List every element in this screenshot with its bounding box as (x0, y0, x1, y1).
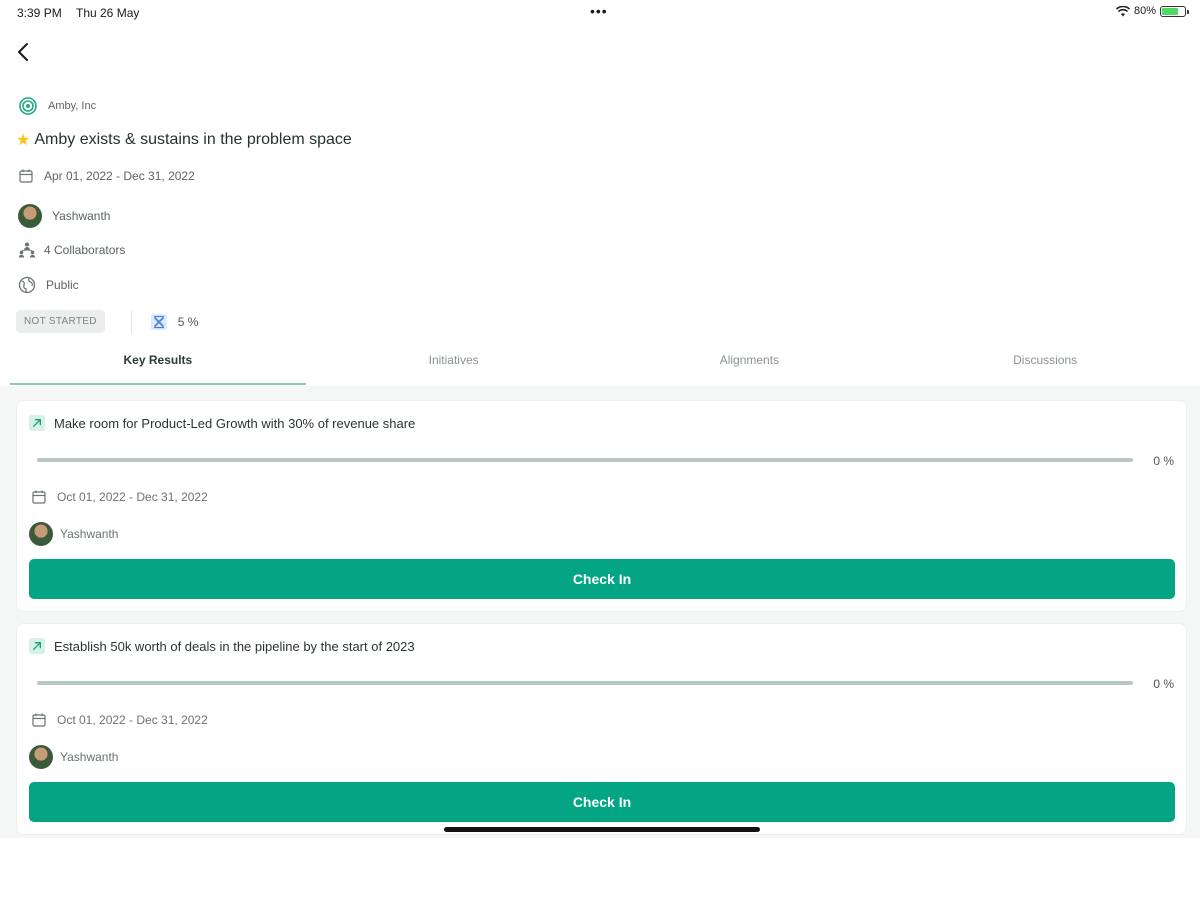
key-result-owner[interactable]: Yashwanth (29, 522, 118, 546)
key-result-title-text: Establish 50k worth of deals in the pipe… (54, 638, 415, 654)
owner-name: Yashwanth (52, 209, 111, 223)
key-result-dates: Oct 01, 2022 - Dec 31, 2022 (31, 489, 208, 505)
status-bar: 3:39 PM Thu 26 May ••• 80% (0, 0, 1200, 26)
multitasking-dots[interactable]: ••• (590, 3, 608, 19)
calendar-icon (19, 169, 33, 183)
key-result-title-text: Make room for Product-Led Growth with 30… (54, 415, 416, 431)
status-right: 80% (1115, 5, 1189, 17)
check-in-button[interactable]: Check In (29, 559, 1175, 599)
tab-discussions[interactable]: Discussions (897, 343, 1193, 385)
key-result-owner-name: Yashwanth (60, 527, 119, 541)
home-indicator[interactable] (444, 827, 760, 832)
collaborators-row[interactable]: 4 Collaborators (18, 241, 125, 259)
key-result-card[interactable]: Make room for Product-Led Growth with 30… (16, 400, 1187, 612)
calendar-icon (32, 713, 46, 727)
calendar-icon (32, 490, 46, 504)
visibility-row[interactable]: Public (18, 276, 79, 294)
objective-progress: 5 % (150, 313, 199, 331)
back-chevron-icon[interactable] (12, 40, 36, 64)
wifi-icon (1115, 5, 1130, 16)
objective-owner[interactable]: Yashwanth (18, 204, 110, 228)
arrow-up-right-icon (29, 415, 45, 431)
arrow-up-right-icon (29, 638, 45, 654)
battery-percent: 80% (1133, 5, 1156, 17)
objective-dates: Apr 01, 2022 - Dec 31, 2022 (18, 168, 195, 184)
globe-icon (18, 276, 36, 294)
key-result-progress-bar (37, 681, 1133, 685)
objective-title-text: Amby exists & sustains in the problem sp… (34, 131, 352, 148)
visibility-label: Public (46, 278, 79, 292)
objective-date-range: Apr 01, 2022 - Dec 31, 2022 (44, 169, 195, 183)
status-row: NOT STARTED 5 % (16, 310, 198, 333)
collaborators-count: 4 Collaborators (44, 243, 126, 257)
star-icon: ★ (16, 132, 31, 149)
target-icon (19, 97, 37, 115)
tab-key-results[interactable]: Key Results (10, 343, 306, 385)
key-result-progress-label: 0 % (1153, 454, 1174, 468)
key-result-dates: Oct 01, 2022 - Dec 31, 2022 (31, 712, 208, 728)
objective-progress-label: 5 % (177, 314, 199, 329)
tab-initiatives[interactable]: Initiatives (306, 343, 602, 385)
key-result-title: Make room for Product-Led Growth with 30… (29, 415, 415, 431)
key-result-card[interactable]: Establish 50k worth of deals in the pipe… (16, 623, 1187, 835)
check-in-button[interactable]: Check In (29, 782, 1175, 822)
key-result-progress-bar (37, 458, 1133, 462)
status-time: 3:39 PM (17, 6, 62, 20)
key-result-title: Establish 50k worth of deals in the pipe… (29, 638, 415, 654)
avatar (29, 522, 53, 546)
status-date: Thu 26 May (76, 6, 140, 20)
organization-name: Amby, Inc (48, 100, 97, 112)
tab-bar: Key Results Initiatives Alignments Discu… (10, 343, 1193, 385)
battery-icon (1160, 5, 1189, 17)
organization-row: Amby, Inc (18, 96, 96, 116)
key-result-date-range: Oct 01, 2022 - Dec 31, 2022 (57, 490, 208, 504)
objective-title: ★ Amby exists & sustains in the problem … (16, 130, 352, 150)
key-result-progress-label: 0 % (1153, 677, 1174, 691)
tab-alignments[interactable]: Alignments (602, 343, 898, 385)
key-result-owner[interactable]: Yashwanth (29, 745, 118, 769)
key-result-owner-name: Yashwanth (60, 750, 119, 764)
key-result-date-range: Oct 01, 2022 - Dec 31, 2022 (57, 713, 208, 727)
avatar (18, 204, 42, 228)
people-hierarchy-icon (18, 242, 36, 258)
divider (130, 310, 132, 333)
avatar (29, 745, 53, 769)
status-badge[interactable]: NOT STARTED (16, 310, 105, 333)
progress-cross-icon (150, 313, 167, 330)
